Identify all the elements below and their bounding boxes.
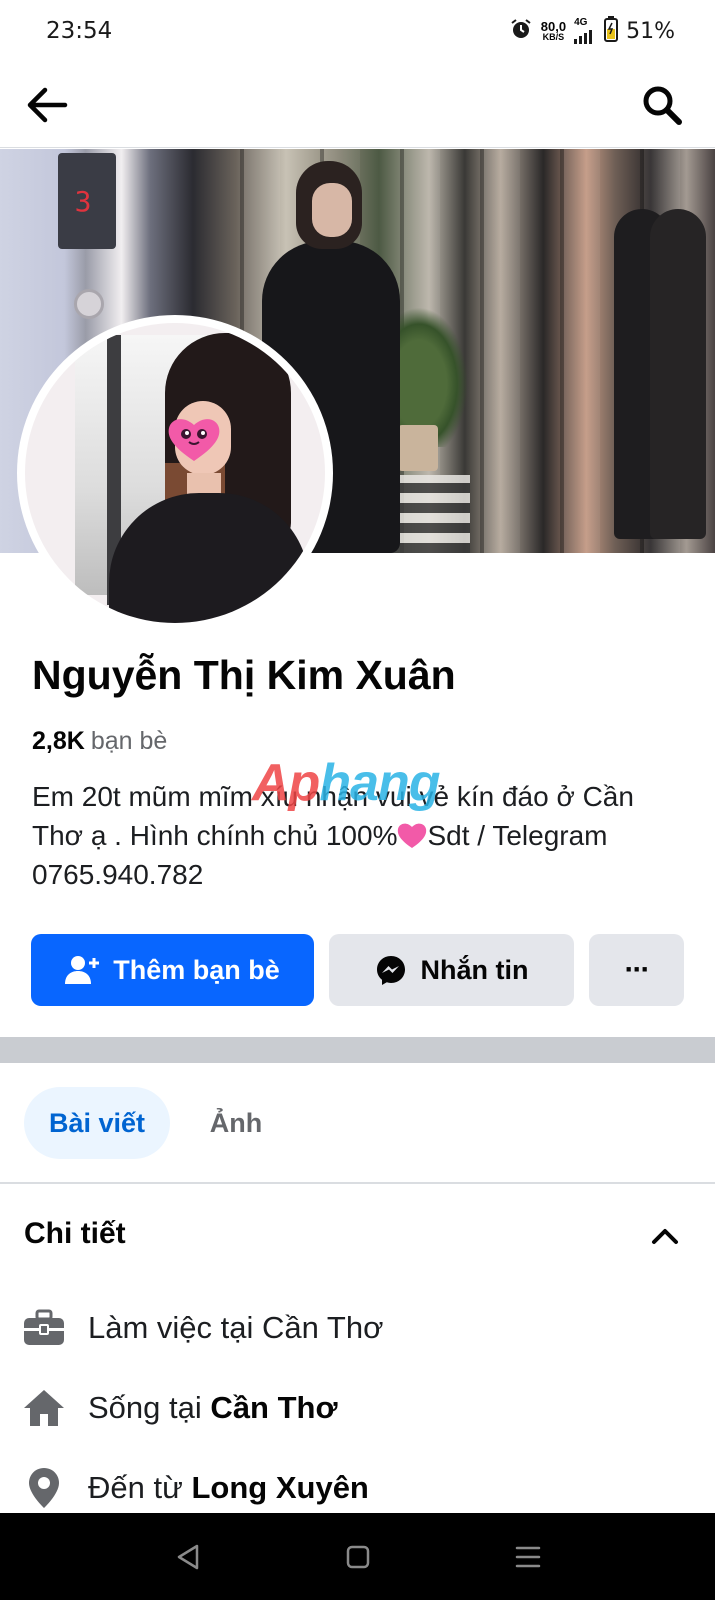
lives-in-text: Sống tại Cần Thơ — [88, 1390, 338, 1425]
location-pin-icon — [22, 1466, 66, 1510]
network-speed: 80,0 KB/S — [541, 20, 566, 42]
triangle-back-icon — [177, 1544, 199, 1570]
tab-photos[interactable]: Ảnh — [186, 1087, 286, 1159]
battery-percent: 51% — [626, 18, 675, 44]
cover-elevator-display: 3 — [74, 185, 92, 218]
back-button[interactable] — [22, 82, 72, 128]
avatar-photo — [25, 323, 325, 623]
watermark-logo: Aphang — [252, 754, 441, 812]
section-divider — [0, 1037, 715, 1063]
message-button[interactable]: Nhắn tin — [329, 934, 574, 1006]
tab-posts[interactable]: Bài viết — [24, 1087, 170, 1159]
add-person-icon — [65, 956, 100, 984]
alarm-icon — [509, 17, 533, 46]
detail-work: Làm việc tại Cần Thơ — [22, 1303, 383, 1353]
status-bar: 23:54 80,0 KB/S 4G 51% — [0, 0, 715, 62]
more-dots-icon: ··· — [624, 953, 651, 986]
friends-summary[interactable]: 2,8K bạn bè — [32, 727, 167, 756]
details-collapse-button[interactable] — [645, 1218, 685, 1254]
details-heading: Chi tiết — [24, 1217, 126, 1250]
message-label: Nhắn tin — [420, 954, 529, 985]
nav-home-button[interactable] — [338, 1537, 378, 1577]
nav-back-button[interactable] — [168, 1537, 208, 1577]
house-icon — [22, 1386, 66, 1430]
system-nav-bar — [0, 1513, 715, 1600]
add-friend-label: Thêm bạn bè — [113, 954, 280, 985]
messenger-icon — [376, 956, 405, 985]
cover-pot — [398, 425, 438, 471]
profile-avatar[interactable] — [17, 315, 333, 631]
more-options-button[interactable]: ··· — [589, 934, 684, 1006]
nav-recents-button[interactable] — [508, 1537, 548, 1577]
cover-figure-phone — [312, 183, 352, 237]
cover-reflection — [650, 209, 706, 539]
arrow-left-icon — [27, 87, 68, 123]
heart-sticker-icon — [168, 419, 220, 461]
tabs-divider — [0, 1182, 715, 1184]
add-friend-button[interactable]: Thêm bạn bè — [31, 934, 314, 1006]
detail-from: Đến từ Long Xuyên — [22, 1463, 369, 1513]
friends-label: bạn bè — [90, 727, 168, 755]
chevron-up-icon — [652, 1229, 678, 1244]
work-text: Làm việc tại Cần Thơ — [88, 1310, 384, 1345]
network-speed-unit: KB/S — [542, 32, 565, 42]
search-icon — [643, 86, 682, 125]
briefcase-icon — [22, 1306, 66, 1350]
from-text: Đến từ Long Xuyên — [88, 1470, 369, 1505]
profile-name: Nguyễn Thị Kim Xuân — [32, 652, 456, 698]
top-nav — [0, 62, 715, 148]
pink-heart-icon — [398, 823, 427, 848]
menu-lines-icon — [515, 1546, 541, 1568]
battery-icon — [604, 15, 619, 47]
detail-lives-in: Sống tại Cần Thơ — [22, 1383, 337, 1433]
from-place[interactable]: Long Xuyên — [191, 1470, 368, 1505]
status-time: 23:54 — [46, 18, 113, 44]
status-icons: 80,0 KB/S 4G 51% — [509, 15, 675, 47]
lives-in-place[interactable]: Cần Thơ — [210, 1390, 337, 1425]
cover-elevator-button — [74, 289, 104, 319]
signal-icon: 4G — [574, 18, 596, 44]
search-button[interactable] — [637, 82, 687, 128]
friends-count: 2,8K — [32, 727, 85, 755]
network-type: 4G — [574, 17, 588, 28]
square-home-icon — [346, 1545, 370, 1569]
